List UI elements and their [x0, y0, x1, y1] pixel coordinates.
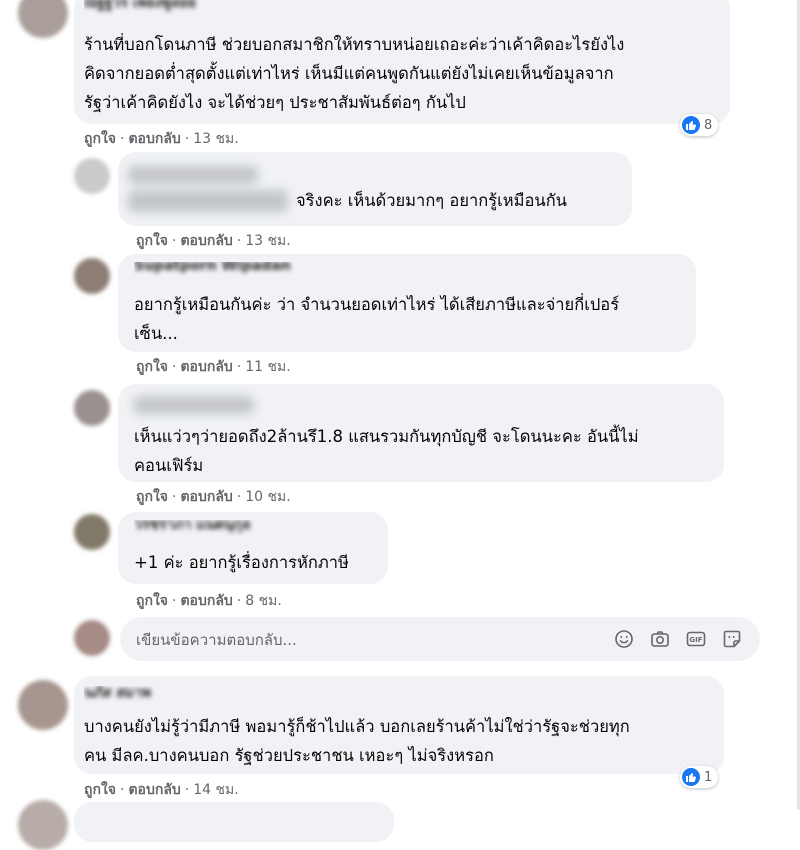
comment-actions: ถูกใจ · ตอบกลับ · 10 ชม.	[136, 489, 291, 505]
comment-actions: ถูกใจ · ตอบกลับ · 8 ชม.	[136, 593, 282, 609]
reaction-count: 8	[704, 117, 713, 133]
reply-composer: GIF	[120, 617, 760, 663]
comment-actions: ถูกใจ · ตอบกลับ · 13 ชม.	[136, 233, 291, 249]
current-user-avatar	[74, 620, 110, 656]
reply-link[interactable]: ตอบกลับ	[128, 782, 180, 798]
reaction-count: 1	[704, 769, 713, 785]
comment-text-line: อยากรู้เหมือนกันค่ะ ว่า จำนวนยอดเท่าไหร่…	[134, 295, 620, 314]
like-link[interactable]: ถูกใจ	[136, 233, 168, 249]
comment-time[interactable]: 14 ชม.	[193, 782, 238, 798]
comment-author[interactable]: นภัส สมาพ	[84, 686, 194, 704]
gif-icon[interactable]: GIF	[686, 629, 706, 649]
comment-actions: ถูกใจ · ตอบกลับ · 13 ชม.	[84, 131, 239, 147]
redacted-text	[128, 190, 288, 212]
like-link[interactable]: ถูกใจ	[84, 131, 116, 147]
comment-author[interactable]: Supatporn Wipadan	[134, 262, 314, 280]
reply-link[interactable]: ตอบกลับ	[180, 233, 232, 249]
like-reaction-icon	[682, 116, 700, 134]
comment-text-line: คอนเฟิร์ม	[134, 456, 204, 475]
comment-text-line: บางคนยังไม่รู้ว่ามีภาษี พอมารู้ก็ช้าไปแล…	[84, 717, 630, 736]
avatar[interactable]	[18, 680, 68, 730]
svg-text:GIF: GIF	[689, 636, 702, 644]
comment-text-line: คน มีลค.บางคนบอก รัฐช่วยประชาชน เหอะๆ ไม…	[84, 746, 494, 765]
comment-time[interactable]: 11 ชม.	[245, 359, 290, 375]
reaction-summary[interactable]: 1	[680, 766, 719, 788]
camera-icon[interactable]	[650, 629, 670, 649]
comment-actions: ถูกใจ · ตอบกลับ · 14 ชม.	[84, 782, 239, 798]
comment-author[interactable]: วรชราภา แนตนุกุล	[134, 520, 284, 536]
avatar[interactable]	[18, 800, 68, 850]
comment-time[interactable]: 8 ชม.	[245, 593, 282, 609]
avatar[interactable]	[74, 390, 110, 426]
comment-text-line: +1 ค่ะ อยากรู้เรื่องการหักภาษี	[134, 553, 349, 572]
reply-link[interactable]: ตอบกลับ	[180, 359, 232, 375]
comment-text-line: เซ็น...	[134, 324, 178, 343]
redacted-author	[128, 166, 258, 184]
comment-author[interactable]: ณัฐฐวร เพยงพูลยย	[84, 0, 284, 22]
like-link[interactable]: ถูกใจ	[84, 782, 116, 798]
comment-text-line: จริงคะ เห็นด้วยมากๆ อยากรู้เหมือนกัน	[296, 191, 567, 210]
like-link[interactable]: ถูกใจ	[136, 489, 168, 505]
reaction-summary[interactable]: 8	[680, 114, 719, 136]
comment-text-line: รัฐว่าเค้าคิดยังไง จะได้ช่วยๆ ประชาสัมพั…	[84, 93, 466, 112]
comment-text-line: คิดจากยอดต่ำสุดตั้งแต่เท่าไหร่ เห็นมีแต่…	[84, 64, 614, 83]
avatar[interactable]	[74, 258, 110, 294]
reply-link[interactable]: ตอบกลับ	[128, 131, 180, 147]
avatar[interactable]	[18, 0, 68, 38]
comment-time[interactable]: 10 ชม.	[245, 489, 290, 505]
reply-link[interactable]: ตอบกลับ	[180, 489, 232, 505]
like-link[interactable]: ถูกใจ	[136, 359, 168, 375]
avatar[interactable]	[74, 158, 110, 194]
like-reaction-icon	[682, 768, 700, 786]
comment-text-line: ร้านที่บอกโดนภาษี ช่วยบอกสมาชิกให้ทราบหน…	[84, 35, 625, 54]
reply-link[interactable]: ตอบกลับ	[180, 593, 232, 609]
comment-thread: ณัฐฐวร เพยงพูลยย ร้านที่บอกโดนภาษี ช่วยบ…	[0, 0, 800, 850]
comment-time[interactable]: 13 ชม.	[193, 131, 238, 147]
comment-actions: ถูกใจ · ตอบกลับ · 11 ชม.	[136, 359, 291, 375]
emoji-icon[interactable]	[614, 629, 634, 649]
sticker-icon[interactable]	[722, 629, 742, 649]
comment-text-line: เห็นแว่วๆว่ายอดถึง2ล้านรึ1.8 แสนรวมกันทุ…	[134, 427, 639, 446]
redacted-author	[134, 396, 254, 414]
like-link[interactable]: ถูกใจ	[136, 593, 168, 609]
reply-input[interactable]	[134, 617, 598, 663]
avatar[interactable]	[74, 514, 110, 550]
comment-time[interactable]: 13 ชม.	[245, 233, 290, 249]
comment-bubble	[74, 802, 394, 842]
